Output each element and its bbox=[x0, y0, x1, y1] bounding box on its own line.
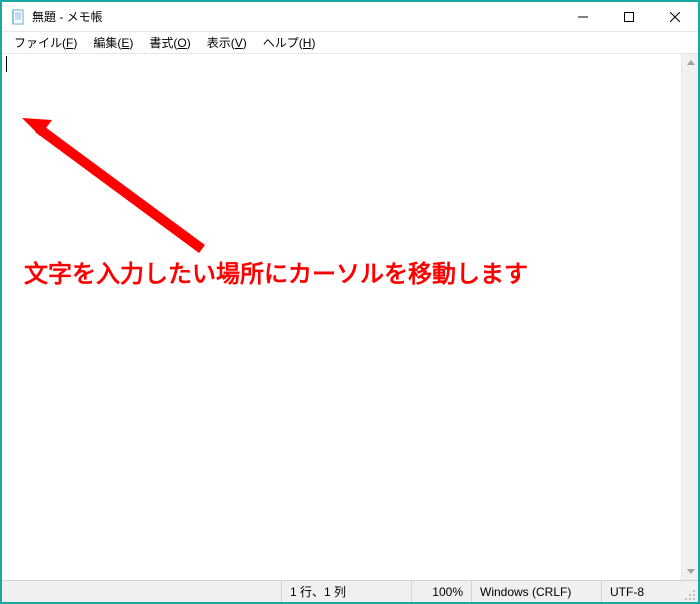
vertical-scrollbar[interactable] bbox=[681, 54, 698, 580]
menu-help[interactable]: ヘルプ(H) bbox=[255, 32, 324, 53]
minimize-button[interactable] bbox=[560, 2, 606, 32]
close-button[interactable] bbox=[652, 2, 698, 32]
scroll-up-icon[interactable] bbox=[682, 54, 699, 71]
notepad-window: 無題 - メモ帳 ファイル(F) 編集(E) 書式(O) 表示(V) ヘルプ(H… bbox=[0, 0, 700, 604]
statusbar: 1 行、1 列 100% Windows (CRLF) UTF-8 bbox=[2, 580, 698, 602]
notepad-icon bbox=[10, 9, 26, 25]
menu-format[interactable]: 書式(O) bbox=[141, 32, 198, 53]
scroll-down-icon[interactable] bbox=[682, 563, 699, 580]
window-controls bbox=[560, 2, 698, 32]
content-area: 文字を入力したい場所にカーソルを移動します bbox=[2, 54, 698, 580]
status-zoom: 100% bbox=[411, 581, 471, 602]
window-title: 無題 - メモ帳 bbox=[32, 8, 560, 25]
menu-edit[interactable]: 編集(E) bbox=[85, 32, 141, 53]
status-eol: Windows (CRLF) bbox=[471, 581, 601, 602]
status-encoding: UTF-8 bbox=[601, 581, 681, 602]
text-cursor-icon bbox=[6, 56, 7, 72]
text-editor[interactable] bbox=[2, 54, 681, 580]
titlebar: 無題 - メモ帳 bbox=[2, 2, 698, 32]
menubar: ファイル(F) 編集(E) 書式(O) 表示(V) ヘルプ(H) bbox=[2, 32, 698, 54]
status-position: 1 行、1 列 bbox=[281, 581, 411, 602]
resize-grip-icon[interactable] bbox=[681, 581, 698, 603]
menu-file[interactable]: ファイル(F) bbox=[6, 32, 85, 53]
menu-view[interactable]: 表示(V) bbox=[199, 32, 255, 53]
maximize-button[interactable] bbox=[606, 2, 652, 32]
